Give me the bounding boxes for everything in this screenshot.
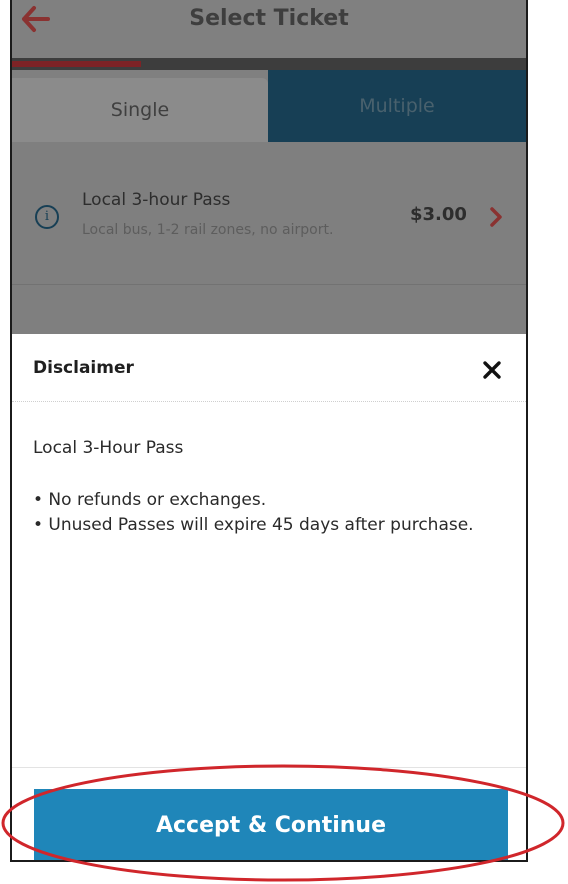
progress-fill [12,61,141,67]
tab-single[interactable]: Single [12,78,268,142]
ticket-tabs: Single Multiple [12,70,526,142]
page-title: Select Ticket [189,6,349,31]
tab-multiple[interactable]: Multiple [268,70,526,142]
footer-divider [12,767,526,768]
modal-title: Disclaimer [33,358,134,378]
progress-bar [12,58,526,70]
close-icon[interactable] [480,358,504,382]
app-header: Select Ticket [12,0,526,58]
info-icon[interactable]: i [35,205,59,229]
ticket-name: Local 3-hour Pass [82,190,231,210]
disclaimer-list: • No refunds or exchanges. • Unused Pass… [33,488,503,538]
pass-name: Local 3-Hour Pass [33,438,184,458]
phone-frame: Select Ticket Single Multiple i Local 3-… [10,0,528,862]
disclaimer-modal: Disclaimer Local 3-Hour Pass • No refund… [12,334,526,860]
ticket-price: $3.00 [410,204,467,225]
disclaimer-item: • No refunds or exchanges. [33,490,267,510]
ticket-row[interactable]: i Local 3-hour Pass Local bus, 1-2 rail … [12,142,526,285]
accept-continue-button[interactable]: Accept & Continue [34,789,508,860]
chevron-right-icon[interactable] [487,206,505,228]
disclaimer-item: • Unused Passes will expire 45 days afte… [33,515,474,535]
ticket-list: i Local 3-hour Pass Local bus, 1-2 rail … [12,142,526,334]
modal-divider [12,401,526,402]
ticket-description: Local bus, 1-2 rail zones, no airport. [82,222,334,238]
